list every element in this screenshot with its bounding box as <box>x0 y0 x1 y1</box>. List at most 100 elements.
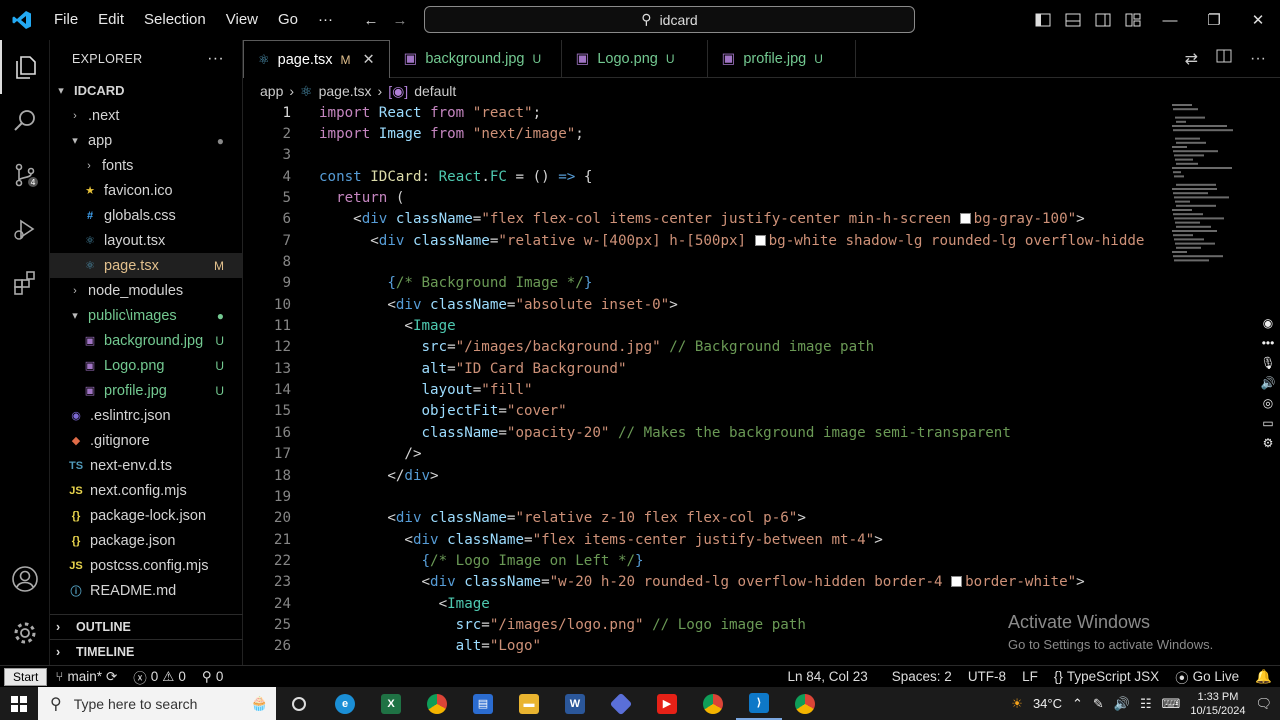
notification-center-icon[interactable]: 🗨 <box>1255 696 1272 712</box>
volume-icon[interactable]: 🔊 <box>1114 696 1130 712</box>
toggle-panel-icon[interactable] <box>1058 0 1088 40</box>
file-layout-tsx[interactable]: ⚛ layout.tsx <box>50 228 242 253</box>
code-line[interactable]: 21 <div className="flex items-center jus… <box>243 529 1168 550</box>
clock[interactable]: 1:33 PM 10/15/2024 <box>1190 690 1245 718</box>
indentation[interactable]: Spaces: 2 <box>884 667 960 687</box>
folder-app[interactable]: ▾ app ● <box>50 128 242 153</box>
file-logo-png[interactable]: ▣ Logo.png U <box>50 353 242 378</box>
menu-go[interactable]: Go <box>268 0 308 40</box>
app-blue-icon[interactable] <box>598 687 644 720</box>
file-readme-md[interactable]: ⓘ README.md <box>50 578 242 603</box>
close-tab-icon[interactable]: ✕ <box>362 52 374 68</box>
settings-gear-icon[interactable] <box>0 606 50 660</box>
tab-background-jpg[interactable]: ▣ background.jpg U <box>390 40 562 78</box>
outline-section[interactable]: › OUTLINE <box>50 614 243 639</box>
cursor-position[interactable]: Ln 84, Col 23 <box>779 667 875 687</box>
code-line[interactable]: 1 import React from "react"; <box>243 102 1168 123</box>
compare-changes-icon[interactable]: ⇄ <box>1185 49 1198 69</box>
file-eslintrc-json[interactable]: ◉ .eslintrc.json <box>50 403 242 428</box>
code-line[interactable]: 13 alt="ID Card Background" <box>243 358 1168 379</box>
window-icon[interactable]: ▭ <box>1262 416 1273 430</box>
command-center-search[interactable]: ⚲ idcard <box>424 6 915 33</box>
code-line[interactable]: 12 src="/images/background.jpg" // Backg… <box>243 337 1168 358</box>
task-view-icon[interactable] <box>276 687 322 720</box>
encoding[interactable]: UTF-8 <box>960 667 1014 687</box>
line-ending[interactable]: LF <box>1014 667 1046 687</box>
account-icon[interactable] <box>0 552 50 606</box>
file-favicon-ico[interactable]: ★ favicon.ico <box>50 178 242 203</box>
file-explorer-icon[interactable]: ▬ <box>506 687 552 720</box>
customize-layout-icon[interactable] <box>1118 0 1148 40</box>
vscode-taskbar-icon[interactable]: ⟩ <box>736 687 782 720</box>
file-gitignore[interactable]: ◆ .gitignore <box>50 428 242 453</box>
word-icon[interactable]: W <box>552 687 598 720</box>
code-line[interactable]: 11 <Image <box>243 315 1168 336</box>
file-profile-jpg[interactable]: ▣ profile.jpg U <box>50 378 242 403</box>
chrome-second-icon[interactable] <box>782 687 828 720</box>
code-line[interactable]: 23 <div className="w-20 h-20 rounded-lg … <box>243 572 1168 593</box>
code-line[interactable]: 15 objectFit="cover" <box>243 401 1168 422</box>
folder-fonts[interactable]: › fonts <box>50 153 242 178</box>
chevron-up-icon[interactable]: ⌃ <box>1072 696 1083 712</box>
code-line[interactable]: 20 <div className="relative z-10 flex fl… <box>243 508 1168 529</box>
breadcrumb-app[interactable]: app <box>260 83 283 99</box>
weather-icon[interactable]: ☀ <box>1011 696 1023 712</box>
code-line[interactable]: 2 import Image from "next/image"; <box>243 123 1168 144</box>
more-icon[interactable]: ••• <box>1262 336 1275 350</box>
folder-public-images[interactable]: ▾ public\images ● <box>50 303 242 328</box>
file-package-lock-json[interactable]: {} package-lock.json <box>50 503 242 528</box>
toggle-secondary-sidebar-icon[interactable] <box>1088 0 1118 40</box>
timeline-section[interactable]: › TIMELINE <box>50 639 243 664</box>
run-debug-icon[interactable] <box>0 202 50 256</box>
back-arrow-icon[interactable]: ← <box>356 0 386 40</box>
file-next-config-mjs[interactable]: JS next.config.mjs <box>50 478 242 503</box>
language-mode[interactable]: {} TypeScript JSX <box>1046 667 1167 687</box>
file-next-env-d-ts[interactable]: TS next-env.d.ts <box>50 453 242 478</box>
code-line[interactable]: 8 <box>243 251 1168 272</box>
windows-start-icon[interactable] <box>0 687 38 720</box>
toggle-sidebar-icon[interactable] <box>1028 0 1058 40</box>
ports-indicator[interactable]: ⚲ 0 <box>194 669 231 685</box>
problems-indicator[interactable]: ⓧ 0 ⚠ 0 <box>125 667 194 687</box>
keyboard-icon[interactable]: ⌨ <box>1162 696 1181 712</box>
notifications-bell-icon[interactable]: 🔔 <box>1247 667 1280 687</box>
microphone-icon[interactable]: 🎙 <box>1260 356 1275 370</box>
breadcrumb-symbol[interactable]: default <box>414 83 456 99</box>
code-line[interactable]: 16 className="opacity-20" // Makes the b… <box>243 422 1168 443</box>
code-line[interactable]: 18 </div> <box>243 465 1168 486</box>
code-line[interactable]: 17 /> <box>243 444 1168 465</box>
pen-icon[interactable]: ✎ <box>1093 696 1104 712</box>
extensions-icon[interactable] <box>0 256 50 310</box>
search-view-icon[interactable] <box>0 94 50 148</box>
menu-more[interactable]: ··· <box>308 0 343 40</box>
editor-more-icon[interactable]: ··· <box>1250 50 1266 68</box>
code-line[interactable]: 4 const IDCard: React.FC = () => { <box>243 166 1168 187</box>
excel-icon[interactable]: X <box>368 687 414 720</box>
code-line[interactable]: 6 <div className="flex flex-col items-ce… <box>243 209 1168 230</box>
folder-node-modules[interactable]: › node_modules <box>50 278 242 303</box>
folder-next[interactable]: › .next <box>50 103 242 128</box>
wifi-icon[interactable]: ☷ <box>1140 696 1152 712</box>
code-line[interactable]: 7 <div className="relative w-[400px] h-[… <box>243 230 1168 251</box>
forward-arrow-icon[interactable]: → <box>385 0 415 40</box>
store-icon[interactable]: ▤ <box>460 687 506 720</box>
gear-icon[interactable]: ⚙ <box>1263 436 1274 450</box>
code-line[interactable]: 10 <div className="absolute inset-0"> <box>243 294 1168 315</box>
menu-file[interactable]: File <box>44 0 88 40</box>
split-editor-icon[interactable] <box>1216 49 1232 68</box>
chrome-icon[interactable] <box>414 687 460 720</box>
workspace-root[interactable]: ▾ IDCARD <box>50 78 242 103</box>
youtube-icon[interactable]: ▶ <box>644 687 690 720</box>
code-line[interactable]: 3 <box>243 145 1168 166</box>
tab-page-tsx[interactable]: ⚛ page.tsx M ✕ <box>243 40 390 78</box>
speaker-icon[interactable]: 🔊 <box>1261 376 1276 390</box>
code-line[interactable]: 19 <box>243 486 1168 507</box>
code-editor[interactable]: 1 import React from "react"; 2 import Image… <box>243 102 1168 665</box>
explorer-icon[interactable] <box>0 40 50 94</box>
menu-selection[interactable]: Selection <box>134 0 216 40</box>
edge-icon[interactable]: e <box>322 687 368 720</box>
camera-icon[interactable]: ◉ <box>1263 316 1273 330</box>
weather-temp[interactable]: 34°C <box>1033 696 1062 711</box>
explorer-more-icon[interactable]: ··· <box>207 50 224 68</box>
breadcrumb-file[interactable]: page.tsx <box>319 83 372 99</box>
